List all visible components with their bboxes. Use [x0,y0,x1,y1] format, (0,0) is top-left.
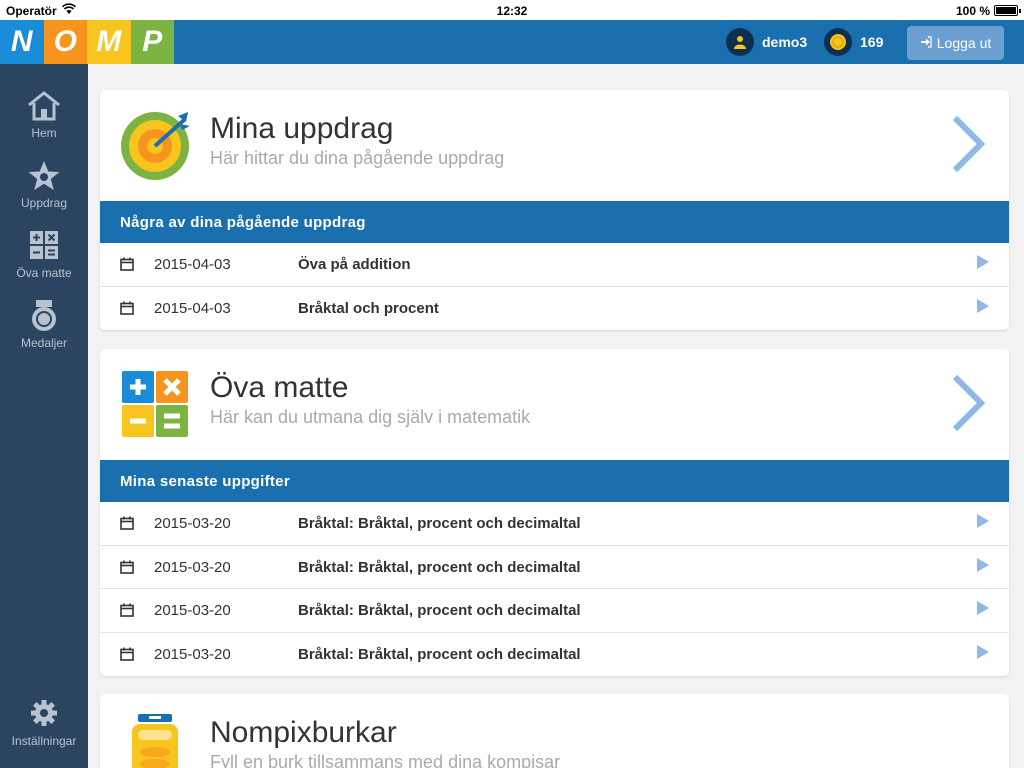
chevron-right-icon[interactable] [951,114,987,179]
row-title: Bråktal och procent [298,299,439,317]
home-icon [0,90,88,122]
play-icon [977,644,989,663]
coin-balance[interactable]: 169 [824,28,883,56]
list-item[interactable]: 2015-04-03 Bråktal och procent [100,287,1009,331]
row-title: Bråktal: Bråktal, procent och decimaltal [298,558,581,576]
jars-card: Nompixburkar Fyll en burk tillsammans me… [100,694,1009,768]
coin-count: 169 [860,34,884,50]
list-item[interactable]: 2015-03-20 Bråktal: Bråktal, procent och… [100,502,1009,546]
chevron-right-icon[interactable] [951,373,987,438]
sidebar-item-medals[interactable]: Medaljer [0,300,88,364]
jars-header[interactable]: Nompixburkar Fyll en burk tillsammans me… [100,694,1009,768]
calendar-icon [120,603,134,621]
calendar-icon [120,560,134,578]
card-subtitle: Fyll en burk tillsammans med dina kompis… [210,752,561,768]
battery-icon [994,5,1021,16]
card-title: Öva matte [210,371,349,404]
row-title: Bråktal: Bråktal, procent och decimaltal [298,515,581,532]
logout-icon [920,35,932,51]
practice-card: Öva matte Här kan du utmana dig själv i … [100,349,1009,676]
row-date: 2015-03-20 [154,515,231,532]
list-item[interactable]: 2015-03-20 Bråktal: Bråktal, procent och… [100,633,1009,677]
play-icon [977,601,989,619]
row-date: 2015-03-20 [154,645,231,663]
card-subtitle: Här kan du utmana dig själv i matematik [210,407,531,427]
sidebar-item-label: Öva matte [16,266,72,280]
sidebar-item-practice[interactable]: Öva matte [0,230,88,294]
sidebar-item-label: Inställningar [11,734,77,748]
practice-header[interactable]: Öva matte Här kan du utmana dig själv i … [100,349,1009,460]
battery-percent: 100 % [955,4,990,18]
nomp-logo[interactable]: N O M P [0,20,174,64]
gear-icon [0,698,88,730]
sidebar: Hem Uppdrag Öva matte Medaljer Inställni… [0,64,88,768]
row-title: Bråktal: Bråktal, procent och decimaltal [298,645,581,663]
row-title: Öva på addition [298,256,411,273]
sidebar-item-missions[interactable]: Uppdrag [0,160,88,224]
sidebar-item-settings[interactable]: Inställningar [0,698,88,762]
clock: 12:32 [496,4,528,18]
logo-letter: P [130,20,174,64]
card-subtitle: Här hittar du dina pågående uppdrag [210,148,505,168]
list-item[interactable]: 2015-04-03 Öva på addition [100,243,1009,287]
logo-letter: O [43,20,87,64]
logout-button[interactable]: Logga ut [907,26,1004,60]
username: demo3 [762,34,808,50]
sidebar-item-label: Uppdrag [20,196,68,210]
calendar-icon [120,647,134,665]
calendar-icon [120,301,134,319]
sidebar-item-label: Hem [31,126,57,140]
logo-letter: N [0,20,44,64]
target-icon [120,108,190,180]
coin-icon [824,28,852,56]
logo-letter: M [87,20,131,64]
play-icon [977,557,989,576]
list-item[interactable]: 2015-03-20 Bråktal: Bråktal, procent och… [100,546,1009,589]
calculator-icon [120,367,190,439]
section-band: Mina senaste uppgifter [100,460,1009,502]
row-date: 2015-03-20 [154,602,231,619]
sidebar-item-label: Medaljer [20,336,68,350]
user-icon [726,28,754,56]
logout-label: Logga ut [936,35,992,51]
missions-card: Mina uppdrag Här hittar du dina pågående… [100,90,1009,330]
top-bar: N O M P demo3 169 Logga ut [0,20,1024,64]
play-icon [977,255,989,273]
calculator-icon [0,230,88,262]
medal-icon [0,300,88,332]
jar-icon [120,712,190,768]
play-icon [977,298,989,317]
sidebar-item-home[interactable]: Hem [0,90,88,154]
missions-header[interactable]: Mina uppdrag Här hittar du dina pågående… [100,90,1009,201]
list-item[interactable]: 2015-03-20 Bråktal: Bråktal, procent och… [100,589,1009,633]
calendar-icon [120,516,134,534]
status-bar: Operatör 12:32 100 % [0,0,1024,20]
row-date: 2015-03-20 [154,558,231,576]
card-title: Nompixburkar [210,716,397,749]
calendar-icon [120,257,134,275]
row-date: 2015-04-03 [154,299,231,317]
row-title: Bråktal: Bråktal, procent och decimaltal [298,602,581,619]
play-icon [977,514,989,532]
star-icon [0,160,88,192]
section-band: Några av dina pågående uppdrag [100,201,1009,243]
user-profile[interactable]: demo3 [726,28,807,56]
row-date: 2015-04-03 [154,256,231,273]
card-title: Mina uppdrag [210,112,394,145]
